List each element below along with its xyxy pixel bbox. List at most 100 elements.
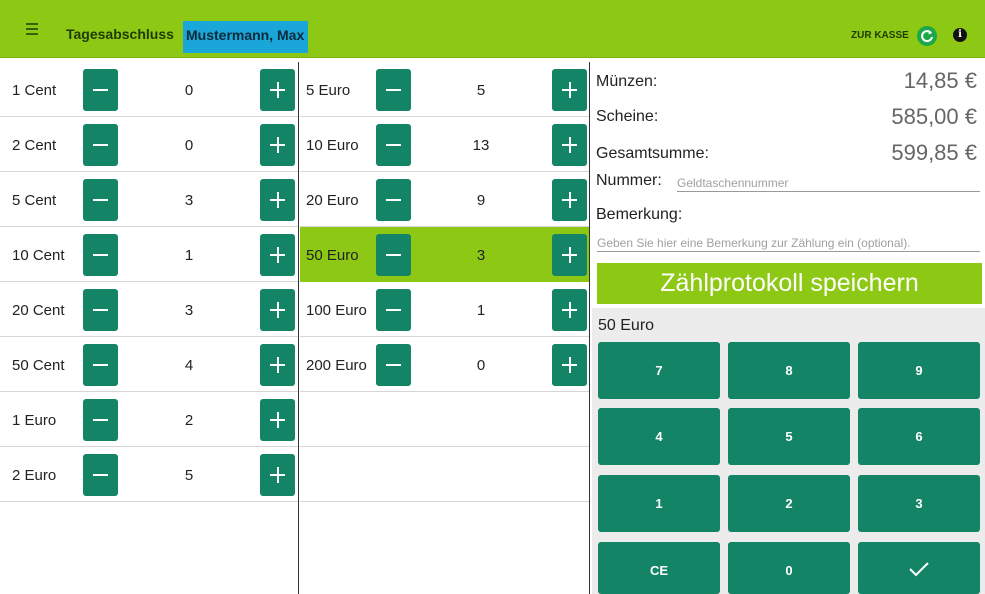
increment-button[interactable] bbox=[552, 69, 587, 111]
note-row-selected: 50 Euro 3 bbox=[300, 227, 589, 282]
increment-button[interactable] bbox=[552, 179, 587, 221]
gesamtsumme-label: Gesamtsumme: bbox=[596, 145, 709, 162]
decrement-button[interactable] bbox=[83, 124, 118, 166]
coin-row: 5 Cent 3 bbox=[0, 172, 298, 227]
info-icon[interactable]: i bbox=[953, 28, 967, 42]
count-value[interactable]: 2 bbox=[174, 412, 204, 429]
zur-kasse-button[interactable]: ZUR KASSE bbox=[851, 30, 909, 41]
confirm-button[interactable] bbox=[858, 542, 980, 594]
key-2[interactable]: 2 bbox=[728, 475, 850, 532]
denomination-label: 2 Euro bbox=[12, 467, 57, 484]
key-3[interactable]: 3 bbox=[858, 475, 980, 532]
empty-row bbox=[300, 392, 589, 447]
notes-list: 5 Euro 5 10 Euro 13 20 Euro 9 50 Euro 3 100 … bbox=[300, 62, 589, 502]
count-value[interactable]: 5 bbox=[174, 467, 204, 484]
count-value[interactable]: 3 bbox=[466, 247, 496, 264]
key-9[interactable]: 9 bbox=[858, 342, 980, 399]
key-4[interactable]: 4 bbox=[598, 408, 720, 465]
decrement-button[interactable] bbox=[376, 69, 411, 111]
decrement-button[interactable] bbox=[376, 289, 411, 331]
nummer-label: Nummer: bbox=[596, 172, 662, 189]
decrement-button[interactable] bbox=[83, 179, 118, 221]
menu-icon[interactable] bbox=[20, 20, 44, 38]
bemerkung-label: Bemerkung: bbox=[596, 206, 683, 223]
coin-row: 10 Cent 1 bbox=[0, 227, 298, 282]
key-0[interactable]: 0 bbox=[728, 542, 850, 594]
bemerkung-input[interactable] bbox=[597, 234, 980, 252]
scheine-total: 585,00 € bbox=[891, 104, 977, 129]
refresh-icon[interactable] bbox=[917, 26, 937, 46]
decrement-button[interactable] bbox=[376, 124, 411, 166]
coin-row: 20 Cent 3 bbox=[0, 282, 298, 337]
key-8[interactable]: 8 bbox=[728, 342, 850, 399]
denomination-label: 50 Cent bbox=[12, 357, 65, 374]
key-1[interactable]: 1 bbox=[598, 475, 720, 532]
increment-button[interactable] bbox=[552, 234, 587, 276]
increment-button[interactable] bbox=[552, 124, 587, 166]
save-protocol-button[interactable]: Zählprotokoll speichern bbox=[597, 263, 982, 304]
scheine-label: Scheine: bbox=[596, 108, 659, 125]
denomination-label: 1 Cent bbox=[12, 82, 57, 99]
count-value[interactable]: 0 bbox=[174, 137, 204, 154]
count-value[interactable]: 0 bbox=[466, 357, 496, 374]
coins-list: 1 Cent 0 2 Cent 0 5 Cent 3 10 Cent 1 20 Cent… bbox=[0, 62, 298, 502]
denomination-label: 5 Cent bbox=[12, 192, 57, 209]
key-5[interactable]: 5 bbox=[728, 408, 850, 465]
user-name-badge: Mustermann, Max bbox=[183, 21, 309, 53]
decrement-button[interactable] bbox=[376, 234, 411, 276]
increment-button[interactable] bbox=[260, 344, 295, 386]
decrement-button[interactable] bbox=[83, 289, 118, 331]
note-row: 200 Euro 0 bbox=[300, 337, 589, 392]
key-6[interactable]: 6 bbox=[858, 408, 980, 465]
selected-denomination-label: 50 Euro bbox=[598, 317, 655, 334]
denomination-label: 100 Euro bbox=[306, 302, 367, 319]
coin-row: 1 Euro 2 bbox=[0, 392, 298, 447]
denomination-label: 5 Euro bbox=[306, 82, 351, 99]
count-value[interactable]: 9 bbox=[466, 192, 496, 209]
decrement-button[interactable] bbox=[376, 344, 411, 386]
increment-button[interactable] bbox=[260, 124, 295, 166]
increment-button[interactable] bbox=[260, 234, 295, 276]
decrement-button[interactable] bbox=[376, 179, 411, 221]
coin-row: 2 Cent 0 bbox=[0, 117, 298, 172]
increment-button[interactable] bbox=[260, 399, 295, 441]
note-row: 20 Euro 9 bbox=[300, 172, 589, 227]
column-divider bbox=[589, 62, 590, 594]
muenzen-label: Münzen: bbox=[596, 73, 658, 90]
nummer-input[interactable] bbox=[677, 174, 980, 192]
decrement-button[interactable] bbox=[83, 399, 118, 441]
muenzen-total: 14,85 € bbox=[903, 68, 977, 93]
count-value[interactable]: 4 bbox=[174, 357, 204, 374]
count-value[interactable]: 3 bbox=[174, 192, 204, 209]
count-value[interactable]: 1 bbox=[466, 302, 496, 319]
count-value[interactable]: 13 bbox=[466, 137, 496, 154]
key-ce[interactable]: CE bbox=[598, 542, 720, 594]
denomination-label: 10 Euro bbox=[306, 137, 359, 154]
count-value[interactable]: 1 bbox=[174, 247, 204, 264]
increment-button[interactable] bbox=[260, 179, 295, 221]
decrement-button[interactable] bbox=[83, 69, 118, 111]
decrement-button[interactable] bbox=[83, 454, 118, 496]
denomination-label: 50 Euro bbox=[306, 247, 359, 264]
decrement-button[interactable] bbox=[83, 344, 118, 386]
increment-button[interactable] bbox=[552, 344, 587, 386]
decrement-button[interactable] bbox=[83, 234, 118, 276]
key-7[interactable]: 7 bbox=[598, 342, 720, 399]
count-value[interactable]: 5 bbox=[466, 82, 496, 99]
increment-button[interactable] bbox=[260, 69, 295, 111]
denomination-label: 1 Euro bbox=[12, 412, 57, 429]
denomination-label: 20 Euro bbox=[306, 192, 359, 209]
count-value[interactable]: 3 bbox=[174, 302, 204, 319]
increment-button[interactable] bbox=[552, 289, 587, 331]
coin-row: 1 Cent 0 bbox=[0, 62, 298, 117]
empty-row bbox=[300, 447, 589, 502]
count-value[interactable]: 0 bbox=[174, 82, 204, 99]
increment-button[interactable] bbox=[260, 454, 295, 496]
denomination-label: 200 Euro bbox=[306, 357, 367, 374]
note-row: 10 Euro 13 bbox=[300, 117, 589, 172]
check-icon bbox=[909, 562, 929, 577]
increment-button[interactable] bbox=[260, 289, 295, 331]
note-row: 5 Euro 5 bbox=[300, 62, 589, 117]
page-title: Tagesabschluss bbox=[66, 26, 174, 42]
top-app-bar: Tagesabschluss Mustermann, Max ZUR KASSE… bbox=[0, 0, 985, 58]
